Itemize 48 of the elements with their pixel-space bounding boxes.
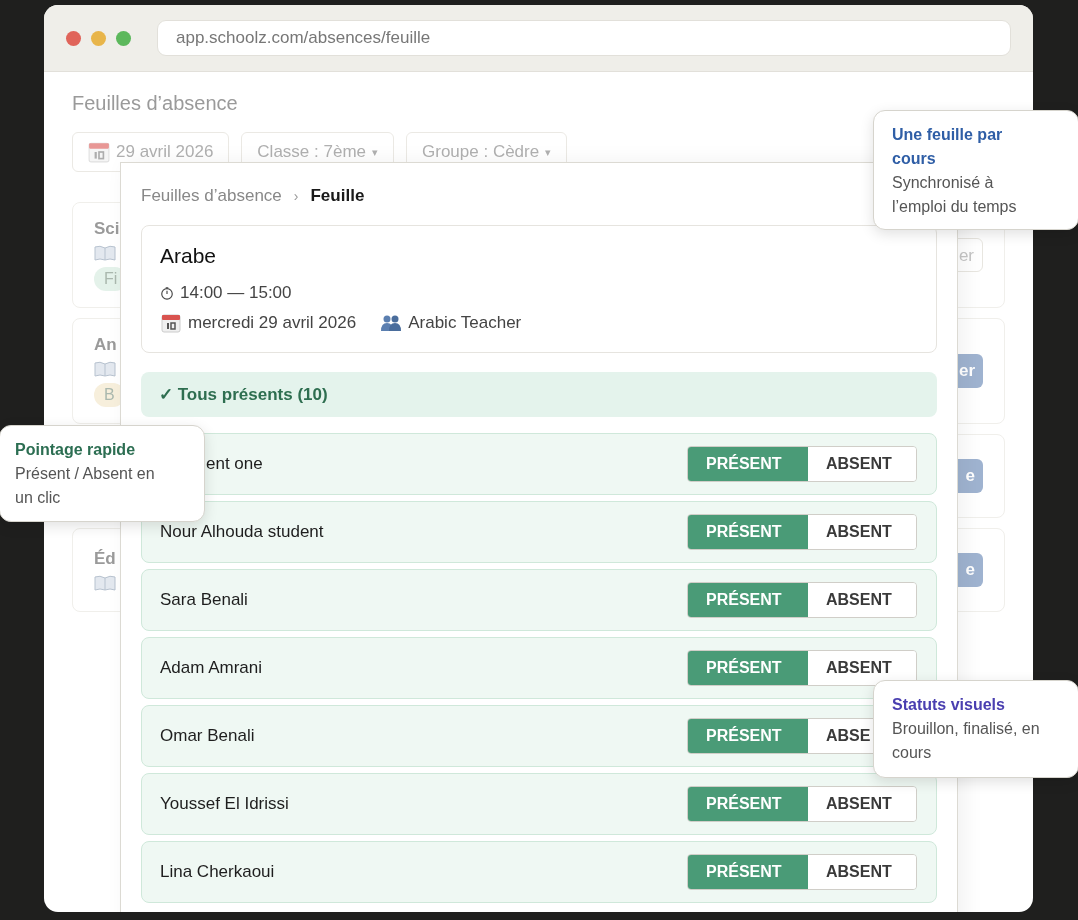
attendance-toggle[interactable]: ABSENT [808,583,916,617]
student-name: Nour Alhouda student [160,522,324,542]
address-bar[interactable]: app.schoolz.com/absences/feuille [157,20,1011,56]
student-name: Sara Benali [160,590,248,610]
calendar-icon [160,313,182,333]
attendance-toggle[interactable]: PRÉSENT [688,787,808,821]
student-name: Adam Amrani [160,658,263,678]
lesson-time: 14:00 — 15:00 [180,283,292,303]
all-present-button[interactable]: ✓ Tous présents (10) [141,372,937,417]
student-name: Omar Benali [160,726,255,746]
student-name: ent one [205,454,263,474]
close-dot[interactable] [66,30,81,46]
lesson-subject: Arabe [160,244,218,268]
stopwatch-icon [160,286,174,300]
book-icon [94,575,116,591]
attendance-toggle[interactable]: PRÉSENT [688,719,808,753]
attendance-toggle[interactable]: ABSENT [808,515,916,549]
breadcrumb-separator: › [293,188,299,204]
student-name: Lina Cherkaoui [160,862,275,882]
student-name: Youssef El Idrissi [160,794,289,814]
attendance-toggle[interactable]: ABSENT [808,855,916,889]
book-icon [94,361,116,377]
minimize-dot[interactable] [91,30,106,46]
attendance-toggle[interactable]: PRÉSENT [688,855,808,889]
lesson-teacher: Arabic Teacher [408,313,522,333]
callout-title: Statuts visuels [892,695,1006,715]
maximize-dot[interactable] [116,30,131,46]
book-icon [94,245,116,261]
attendance-toggle[interactable]: PRÉSENT [688,583,808,617]
callout-text: Synchronisé à l’emploi du temps [892,173,1018,217]
callout-text: Présent / Absent en un clic [15,464,156,508]
people-icon [380,313,403,333]
attendance-toggle[interactable]: ABSENT [808,651,916,685]
callout-title: Une feuille par cours [892,125,1004,169]
page-title: Feuilles d’absence [72,92,239,116]
course-title: An [94,335,117,355]
calendar-icon [88,141,110,163]
attendance-toggle[interactable]: PRÉSENT [688,447,808,481]
course-title: Sci [94,219,120,239]
attendance-toggle[interactable]: ABSENT [808,447,916,481]
attendance-toggle[interactable]: ABSENT [808,787,916,821]
lesson-date: mercredi 29 avril 2026 [188,313,357,333]
attendance-toggle[interactable]: PRÉSENT [688,515,808,549]
attendance-toggle[interactable]: PRÉSENT [688,651,808,685]
callout-title: Pointage rapide [15,440,137,460]
course-title: Éd [94,549,116,569]
breadcrumb-link[interactable]: Feuilles d’absence [141,186,282,206]
breadcrumb-link[interactable]: Feuille [310,186,365,206]
